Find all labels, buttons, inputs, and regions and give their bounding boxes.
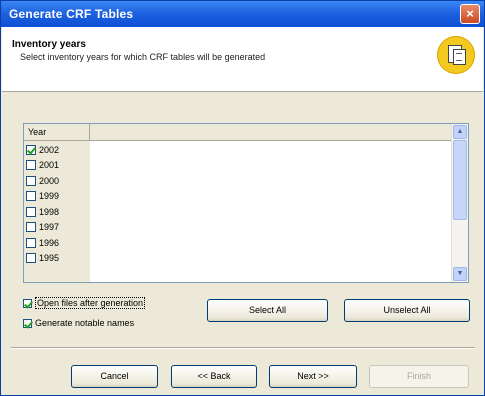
year-label: 2001 [39, 160, 60, 171]
scroll-up-button[interactable]: ▲ [453, 125, 467, 139]
year-checkbox[interactable] [26, 222, 36, 233]
year-row[interactable]: 1995 [26, 251, 59, 267]
document-front-icon [453, 49, 466, 65]
year-label: 1999 [39, 191, 60, 202]
unselect-all-button[interactable]: Unselect All [344, 299, 470, 322]
list-header: Year [24, 124, 454, 141]
year-row[interactable]: 1998 [26, 204, 59, 220]
cancel-button[interactable]: Cancel [71, 365, 158, 388]
year-checkbox[interactable] [26, 191, 36, 202]
open-files-label[interactable]: Open files after generation [35, 297, 146, 309]
back-button[interactable]: << Back [171, 365, 257, 388]
header-description: Select inventory years for which CRF tab… [20, 52, 266, 62]
scroll-down-button[interactable]: ▼ [453, 267, 467, 281]
year-row[interactable]: 1996 [26, 235, 59, 251]
title-bar[interactable]: Generate CRF Tables × [1, 1, 484, 27]
year-checkbox[interactable] [26, 206, 36, 217]
close-button[interactable]: × [460, 4, 480, 24]
year-rows: 2002 2001 2000 1999 1998 1997 1996 1995 [26, 142, 59, 266]
finish-button[interactable]: Finish [369, 365, 469, 388]
year-label: 2000 [39, 175, 60, 186]
year-checkbox[interactable] [26, 253, 36, 264]
list-scrollbar[interactable]: ▲ ▼ [451, 124, 468, 282]
year-checkbox[interactable] [26, 175, 36, 186]
documents-icon [437, 36, 475, 74]
wizard-header: Inventory years Select inventory years f… [2, 27, 483, 92]
year-label: 1997 [39, 222, 60, 233]
year-row[interactable]: 2001 [26, 158, 59, 174]
select-all-button[interactable]: Select All [207, 299, 328, 322]
year-label: 2002 [39, 144, 60, 155]
generate-names-label[interactable]: Generate notable names [35, 318, 134, 328]
generate-crf-tables-dialog: Generate CRF Tables × Inventory years Se… [0, 0, 485, 396]
footer-divider [11, 347, 475, 349]
open-files-checkbox[interactable] [23, 298, 32, 308]
scroll-thumb[interactable] [453, 140, 467, 220]
generate-names-option[interactable]: Generate notable names [23, 318, 134, 328]
year-label: 1998 [39, 206, 60, 217]
year-label: 1996 [39, 237, 60, 248]
year-checkbox[interactable] [26, 160, 36, 171]
year-row[interactable]: 1997 [26, 220, 59, 236]
years-list[interactable]: Year 2002 2001 2000 1999 1998 1997 1996 1995 ▲ … [23, 123, 469, 283]
window-title: Generate CRF Tables [9, 7, 134, 21]
year-checkbox[interactable] [26, 144, 36, 155]
header-title: Inventory years [12, 39, 86, 50]
year-column-header[interactable]: Year [24, 124, 90, 140]
year-row[interactable]: 2002 [26, 142, 59, 158]
year-checkbox[interactable] [26, 237, 36, 248]
year-row[interactable]: 2000 [26, 173, 59, 189]
year-row[interactable]: 1999 [26, 189, 59, 205]
generate-names-checkbox[interactable] [23, 318, 32, 328]
year-label: 1995 [39, 253, 60, 264]
open-files-option[interactable]: Open files after generation [23, 297, 146, 309]
next-button[interactable]: Next >> [269, 365, 357, 388]
